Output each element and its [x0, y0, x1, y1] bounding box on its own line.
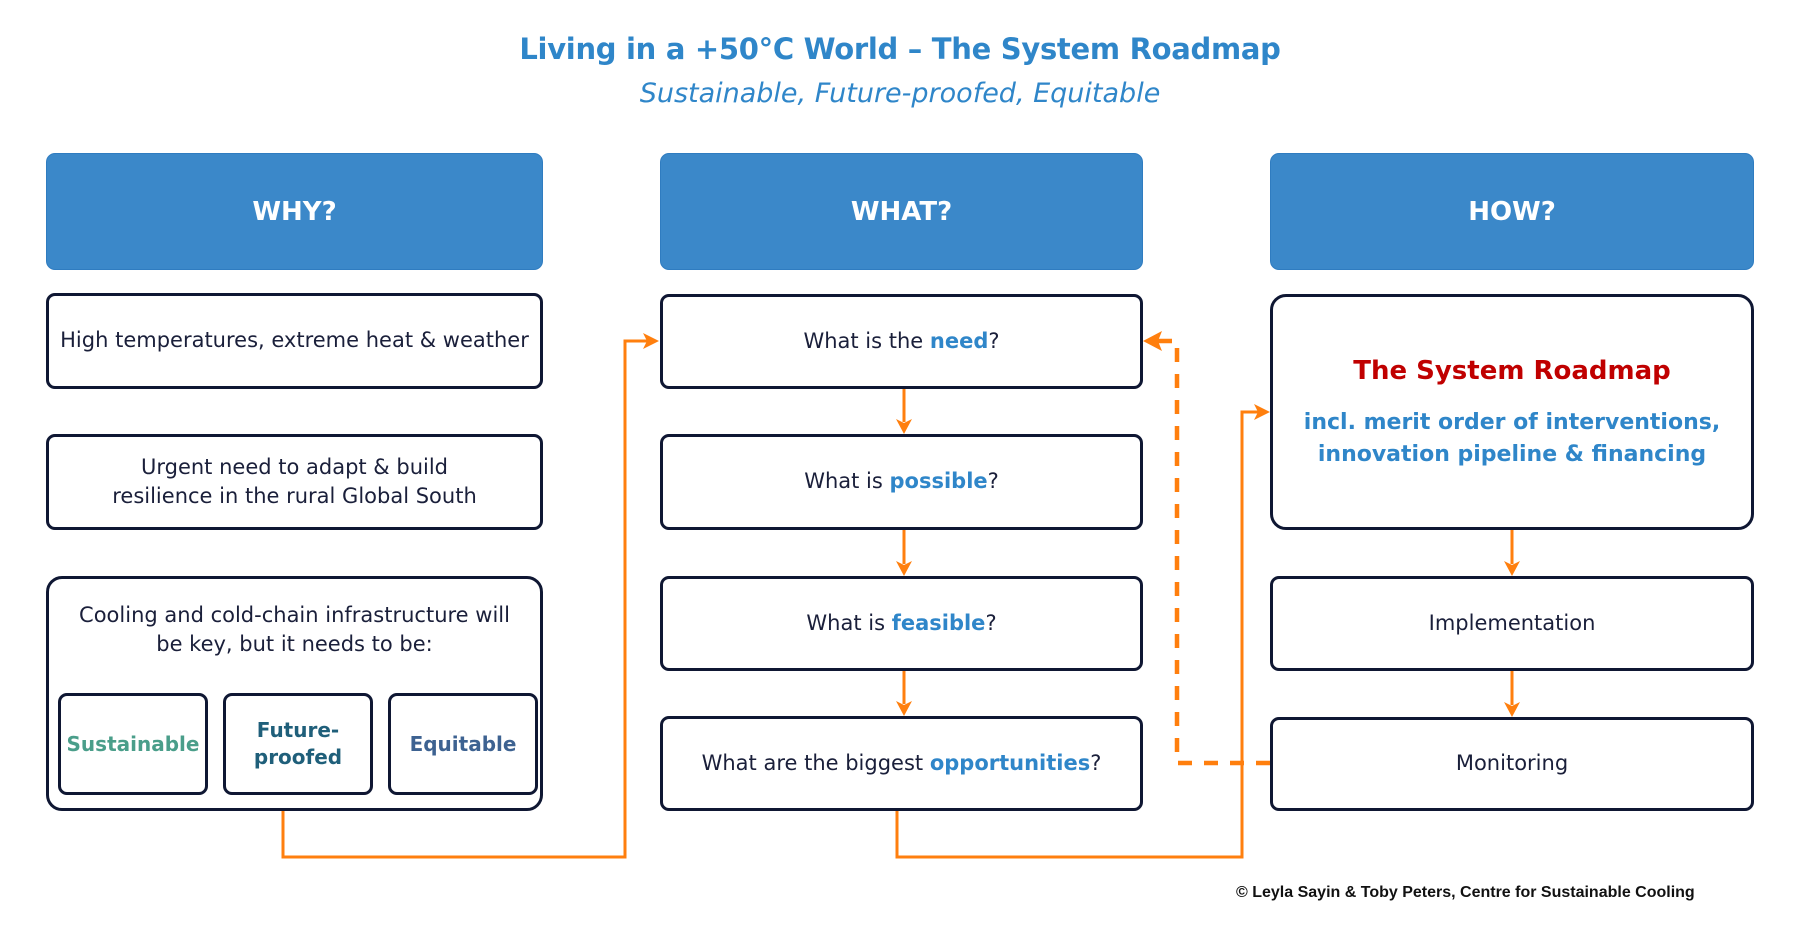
what-opportunities-prefix: What are the biggest — [701, 750, 930, 775]
roadmap-title: The System Roadmap — [1353, 355, 1671, 386]
why-cooling-box: Cooling and cold-chain infrastructure wi… — [46, 576, 543, 811]
what-need-suffix: ? — [988, 328, 1000, 353]
what-header: WHAT? — [660, 153, 1143, 270]
why-cooling-line2: be key, but it needs to be: — [156, 632, 433, 657]
roadmap-description: incl. merit order of interventions, inno… — [1304, 407, 1720, 471]
arrowhead-into-opportunities — [896, 701, 912, 716]
why-header-label: WHY? — [252, 196, 337, 227]
arrowhead-into-need — [643, 333, 659, 349]
arrowhead-into-roadmap — [1254, 404, 1270, 420]
what-possible-highlight: possible — [889, 469, 988, 494]
quality-sustainable-box: Sustainable — [58, 693, 208, 795]
why-resilience-line1: Urgent need to adapt & build — [140, 454, 448, 479]
how-header-label: HOW? — [1468, 196, 1556, 227]
why-header: WHY? — [46, 153, 543, 270]
implementation-label: Implementation — [1428, 610, 1596, 635]
arrowhead-into-feasible — [896, 561, 912, 576]
arrowhead-into-possible — [896, 419, 912, 434]
why-heat-text: High temperatures, extreme heat & weathe… — [60, 328, 529, 353]
arrowhead-into-monitoring — [1504, 702, 1520, 717]
roadmap-desc-line2: innovation pipeline & financing — [1317, 442, 1707, 468]
how-header: HOW? — [1270, 153, 1754, 270]
connector-monitoring-feedback — [1158, 338, 1270, 766]
why-cooling-line1: Cooling and cold-chain infrastructure wi… — [79, 603, 510, 627]
how-implementation-box: Implementation — [1270, 576, 1754, 671]
what-opportunities-box: What are the biggest opportunities? — [660, 716, 1143, 811]
what-feasible-suffix: ? — [985, 610, 997, 635]
what-possible-suffix: ? — [987, 469, 999, 494]
roadmap-desc-line1: incl. merit order of interventions, — [1303, 410, 1721, 436]
arrowhead-into-implementation — [1504, 561, 1520, 576]
quality-future-proofed-line2: proofed — [253, 745, 343, 769]
what-feasible-box: What is feasible? — [660, 576, 1143, 671]
why-resilience-box: Urgent need to adapt & build resilience … — [46, 434, 543, 530]
what-feasible-text: What is feasible? — [806, 609, 996, 638]
what-header-label: WHAT? — [850, 196, 953, 227]
diagram-subtitle: Sustainable, Future-proofed, Equitable — [639, 78, 1161, 109]
quality-future-proofed-box: Future- proofed — [223, 693, 373, 795]
diagram-title: Living in a +50°C World – The System Roa… — [519, 32, 1281, 66]
why-cooling-text: Cooling and cold-chain infrastructure wi… — [49, 601, 540, 660]
what-feasible-prefix: What is — [806, 610, 892, 635]
why-resilience-line2: resilience in the rural Global South — [112, 484, 477, 508]
why-heat-box: High temperatures, extreme heat & weathe… — [46, 293, 543, 389]
quality-future-proofed-line1: Future- — [256, 718, 340, 742]
what-need-highlight: need — [929, 328, 989, 353]
what-feasible-highlight: feasible — [891, 610, 986, 635]
how-monitoring-box: Monitoring — [1270, 717, 1754, 811]
what-opportunities-suffix: ? — [1090, 750, 1102, 775]
what-need-box: What is the need? — [660, 294, 1143, 389]
quality-sustainable-label: Sustainable — [66, 731, 200, 756]
monitoring-label: Monitoring — [1455, 751, 1569, 776]
arrowhead-feedback-into-need — [1143, 331, 1162, 351]
what-possible-box: What is possible? — [660, 434, 1143, 530]
how-roadmap-box: The System Roadmap incl. merit order of … — [1270, 294, 1754, 530]
what-possible-prefix: What is — [804, 469, 890, 494]
copyright-footer: © Leyla Sayin & Toby Peters, Centre for … — [1236, 884, 1695, 901]
what-opportunities-text: What are the biggest opportunities? — [702, 749, 1102, 778]
what-need-prefix: What is the — [803, 328, 930, 353]
what-possible-text: What is possible? — [804, 467, 999, 496]
quality-equitable-label: Equitable — [409, 731, 517, 756]
quality-equitable-box: Equitable — [388, 693, 538, 795]
what-opportunities-highlight: opportunities — [929, 750, 1091, 775]
what-need-text: What is the need? — [803, 327, 999, 356]
